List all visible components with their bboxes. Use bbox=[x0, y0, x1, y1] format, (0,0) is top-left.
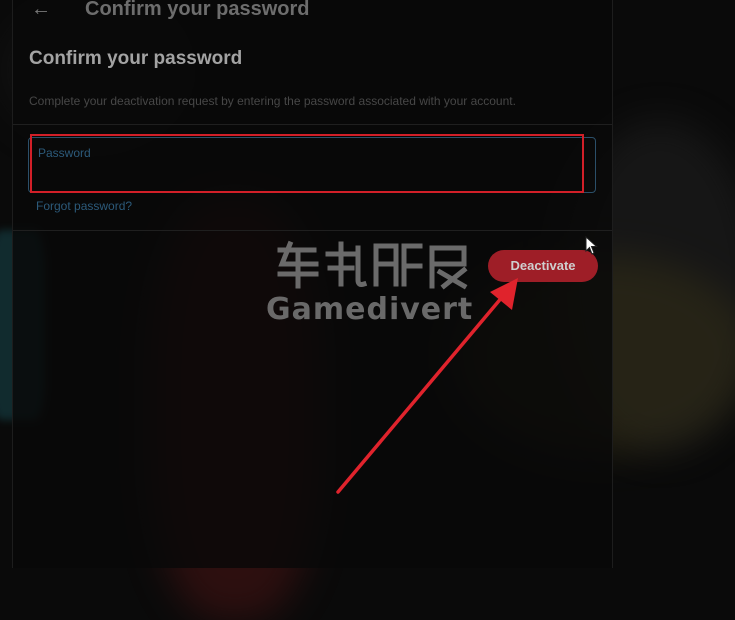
annotation-arrow bbox=[336, 278, 518, 494]
